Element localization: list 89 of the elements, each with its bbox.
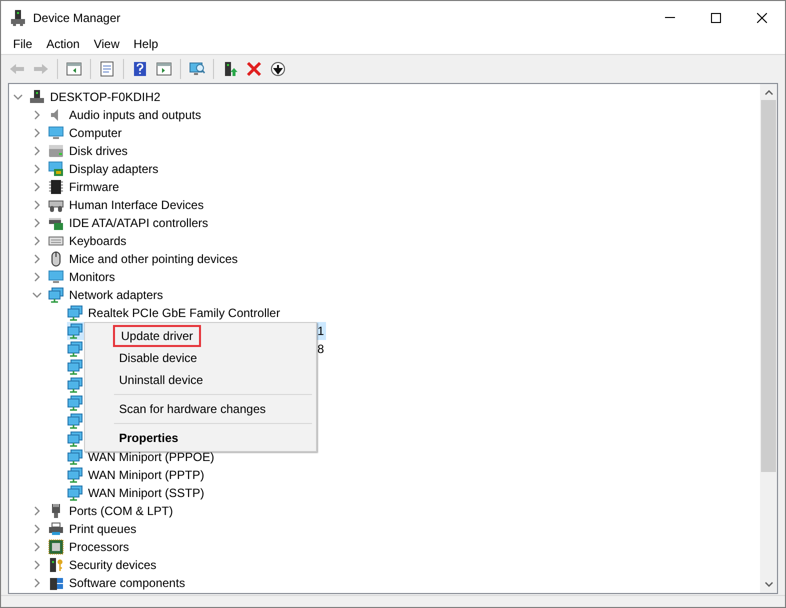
network-icon bbox=[67, 323, 83, 339]
network-icon bbox=[48, 287, 64, 303]
help-icon bbox=[132, 60, 148, 76]
expand-chevron-icon[interactable] bbox=[32, 110, 42, 120]
computer-icon bbox=[29, 89, 45, 105]
expand-chevron-icon[interactable] bbox=[32, 524, 42, 534]
collapse-chevron-icon[interactable] bbox=[32, 290, 42, 300]
network-icon bbox=[67, 449, 83, 465]
window-title: Device Manager bbox=[33, 10, 120, 26]
expand-chevron-icon[interactable] bbox=[32, 542, 42, 552]
menu-item[interactable]: Help bbox=[126, 34, 166, 54]
software-block-icon bbox=[48, 575, 64, 591]
scrollbar-thumb[interactable] bbox=[761, 100, 776, 472]
context-menu-item[interactable]: Scan for hardware changes bbox=[119, 398, 266, 420]
expand-chevron-icon[interactable] bbox=[32, 164, 42, 174]
tree-item[interactable]: Keyboards bbox=[68, 232, 128, 250]
network-icon bbox=[67, 485, 83, 501]
tree-item[interactable]: WAN Miniport (SSTP) bbox=[87, 484, 206, 502]
context-menu-item[interactable]: Update driver bbox=[113, 325, 202, 347]
cross-icon bbox=[246, 60, 262, 76]
expand-chevron-icon[interactable] bbox=[32, 200, 42, 210]
tree-item[interactable]: Mice and other pointing devices bbox=[68, 250, 239, 268]
network-icon bbox=[67, 341, 83, 357]
network-icon bbox=[67, 305, 83, 321]
network-icon bbox=[67, 467, 83, 483]
context-menu-item[interactable]: Properties bbox=[119, 427, 178, 449]
tree-item[interactable]: Realtek PCIe GbE Family Controller bbox=[87, 304, 282, 322]
network-icon bbox=[67, 377, 83, 393]
context-menu-item[interactable]: Disable device bbox=[119, 347, 198, 369]
collapse-chevron-icon[interactable] bbox=[13, 92, 23, 102]
monitor-icon bbox=[48, 125, 64, 141]
tree-item[interactable]: Network adapters bbox=[68, 286, 164, 304]
controller-card-icon bbox=[48, 215, 64, 231]
scrollbar[interactable] bbox=[760, 84, 777, 593]
window-pane-icon bbox=[66, 60, 82, 76]
tree-item[interactable]: Computer bbox=[68, 124, 123, 142]
expand-chevron-icon[interactable] bbox=[32, 182, 42, 192]
expand-chevron-icon[interactable] bbox=[32, 218, 42, 228]
tree-item[interactable]: Processors bbox=[68, 538, 130, 556]
tree-item[interactable]: Human Interface Devices bbox=[68, 196, 205, 214]
close-icon bbox=[757, 12, 767, 22]
maximize-icon bbox=[711, 12, 721, 22]
expand-chevron-icon[interactable] bbox=[32, 272, 42, 282]
display-card-icon bbox=[48, 161, 64, 177]
network-icon bbox=[67, 413, 83, 429]
window-pane-icon bbox=[156, 60, 172, 76]
expand-chevron-icon[interactable] bbox=[32, 560, 42, 570]
tree-item[interactable]: DESKTOP-F0KDIH2 bbox=[49, 88, 162, 106]
device-upload-icon bbox=[222, 60, 238, 76]
document-icon bbox=[99, 60, 115, 76]
printer-icon bbox=[48, 521, 64, 537]
expand-chevron-icon[interactable] bbox=[32, 578, 42, 588]
scroll-up-icon[interactable] bbox=[764, 90, 772, 95]
menu-item[interactable]: File bbox=[6, 34, 40, 54]
tree-item[interactable]: Audio inputs and outputs bbox=[68, 106, 202, 124]
tree-item[interactable]: 1 bbox=[317, 322, 324, 340]
tree-item[interactable]: Security devices bbox=[68, 556, 158, 574]
network-icon bbox=[67, 431, 83, 447]
device-manager-icon bbox=[11, 10, 25, 26]
minimize-icon bbox=[665, 17, 675, 18]
monitor-icon bbox=[48, 269, 64, 285]
device-key-icon bbox=[48, 557, 64, 573]
tree-item[interactable]: WAN Miniport (PPTP) bbox=[87, 466, 206, 484]
tree-item[interactable]: Firmware bbox=[68, 178, 120, 196]
tree-item[interactable]: Display adapters bbox=[68, 160, 160, 178]
tree-item[interactable]: Software components bbox=[68, 574, 186, 592]
processor-icon bbox=[48, 539, 64, 555]
tree-item[interactable]: Print queues bbox=[68, 520, 138, 538]
menu-item[interactable]: Action bbox=[39, 34, 87, 54]
down-arrow-circle-icon bbox=[270, 60, 286, 76]
scroll-down-icon[interactable] bbox=[764, 582, 772, 587]
expand-chevron-icon[interactable] bbox=[32, 506, 42, 516]
disk-drive-icon bbox=[48, 143, 64, 159]
expand-chevron-icon[interactable] bbox=[32, 236, 42, 246]
expand-chevron-icon[interactable] bbox=[32, 254, 42, 264]
context-menu-item[interactable]: Uninstall device bbox=[119, 369, 204, 391]
network-icon bbox=[67, 395, 83, 411]
tree-item[interactable]: Monitors bbox=[68, 268, 116, 286]
tree-item[interactable]: 8 bbox=[317, 340, 324, 358]
expand-chevron-icon[interactable] bbox=[32, 128, 42, 138]
network-icon bbox=[67, 359, 83, 375]
tree-item[interactable]: Disk drives bbox=[68, 142, 129, 160]
chip-icon bbox=[48, 179, 64, 195]
monitor-magnifier-icon bbox=[189, 60, 205, 76]
menu-item[interactable]: View bbox=[86, 34, 126, 54]
tree-item[interactable]: Ports (COM & LPT) bbox=[68, 502, 174, 520]
tree-item[interactable]: WAN Miniport (PPPOE) bbox=[87, 448, 216, 466]
expand-chevron-icon[interactable] bbox=[32, 146, 42, 156]
tree-item[interactable]: IDE ATA/ATAPI controllers bbox=[68, 214, 210, 232]
